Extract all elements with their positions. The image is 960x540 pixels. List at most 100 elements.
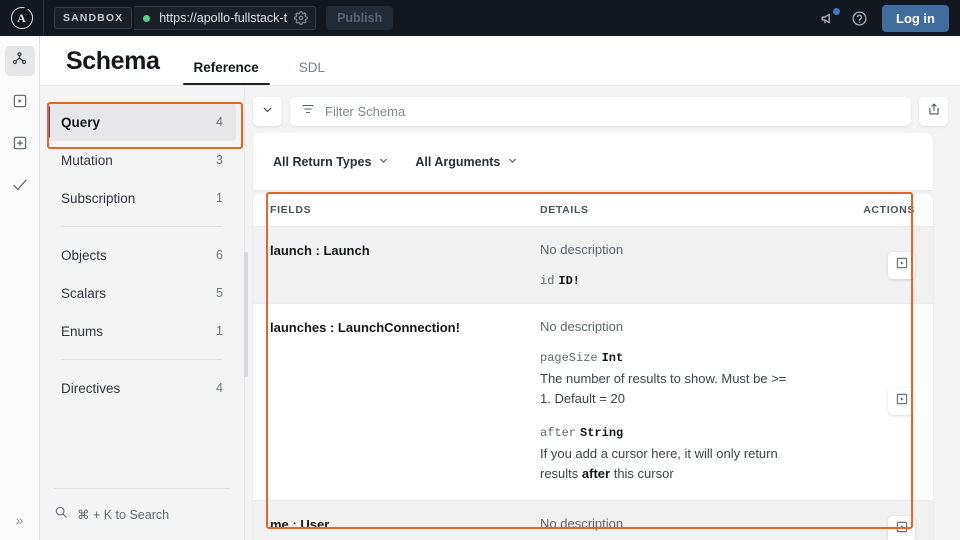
table-row[interactable]: launch : Launch No description id ID!: [253, 227, 933, 304]
apollo-sandbox-app: A SANDBOX https://apollo-fullstack-t Pub…: [0, 0, 960, 540]
field-description: No description: [540, 242, 624, 257]
megaphone-icon[interactable]: [820, 7, 840, 27]
checkmark-icon: [11, 176, 29, 199]
sidebar-item-count: 4: [216, 381, 223, 395]
sidebar-item-label: Subscription: [61, 190, 136, 206]
schema-main-panel: Filter Schema All Return Types All Argum…: [246, 87, 960, 540]
graph-url-pill[interactable]: https://apollo-fullstack-t: [134, 6, 317, 30]
argument-description: If you add a cursor here, it will only r…: [540, 444, 792, 484]
search-icon: [54, 505, 68, 524]
return-types-dropdown[interactable]: All Return Types: [273, 153, 389, 171]
sidebar-item-scalars[interactable]: Scalars 5: [47, 274, 236, 312]
row-actions: [833, 242, 919, 288]
run-in-explorer-icon: [895, 392, 909, 411]
chevron-down-icon: [378, 153, 389, 171]
export-share-icon: [927, 102, 941, 121]
sidebar-item-label: Objects: [61, 247, 107, 263]
arguments-dropdown[interactable]: All Arguments: [415, 153, 518, 171]
publish-button[interactable]: Publish: [326, 6, 394, 30]
argument-type: Int: [601, 351, 624, 365]
help-circle-icon[interactable]: [851, 10, 868, 27]
argument-description-emphasis: after: [581, 466, 611, 482]
sidebar-item-count: 5: [216, 286, 223, 300]
gear-icon[interactable]: [294, 11, 309, 25]
sidebar-item-enums[interactable]: Enums 1: [47, 312, 236, 350]
sidebar-item-count: 3: [216, 153, 223, 167]
chevron-double-right-icon[interactable]: »: [16, 512, 24, 528]
rail-item-add-operation[interactable]: [5, 130, 35, 160]
sidebar-item-query[interactable]: Query 4: [47, 103, 236, 141]
search-hint-label: ⌘ + K to Search: [77, 508, 170, 522]
explorer-play-icon: [12, 93, 28, 114]
schema-sidebar: Query 4 Mutation 3 Subscription 1 Object…: [40, 87, 248, 540]
argument-name: id: [540, 274, 555, 288]
field-details: No description id ID!: [540, 242, 833, 288]
schema-type-list: Query 4 Mutation 3 Subscription 1 Object…: [40, 87, 248, 407]
tab-reference[interactable]: Reference: [182, 60, 271, 85]
field-description: No description: [540, 515, 624, 531]
fields-table: FIELDS DETAILS ACTIONS launch : Launch N…: [253, 194, 933, 540]
schema-tabs: Reference SDL: [182, 60, 362, 85]
sidebar-item-count: 6: [216, 248, 223, 262]
sidebar-item-label: Directives: [61, 380, 121, 396]
page-title: Schema: [66, 47, 160, 75]
chevron-down-icon: [507, 153, 518, 171]
left-nav-rail: »: [0, 36, 40, 540]
column-header-fields: FIELDS: [270, 204, 312, 216]
sidebar-divider: [61, 359, 222, 360]
sidebar-item-mutation[interactable]: Mutation 3: [47, 141, 236, 179]
sidebar-item-subscription[interactable]: Subscription 1: [47, 179, 236, 217]
sidebar-item-label: Mutation: [61, 152, 113, 168]
field-signature: launches : LaunchConnection!: [270, 320, 460, 335]
argument-description-post: this cursor: [610, 466, 674, 482]
argument-name: after: [540, 426, 577, 441]
login-button[interactable]: Log in: [882, 4, 949, 32]
argument-signature: after String: [540, 426, 819, 440]
run-in-explorer-button[interactable]: [888, 251, 915, 279]
apollo-logo[interactable]: A: [0, 0, 44, 36]
table-header-row: FIELDS DETAILS ACTIONS: [253, 194, 933, 227]
top-bar-actions: Log in: [820, 4, 960, 32]
field-details: No description: [540, 516, 833, 540]
connection-status-dot: [143, 14, 151, 22]
sidebar-item-count: 1: [216, 324, 223, 338]
rail-item-checks[interactable]: [5, 172, 35, 202]
rail-item-schema[interactable]: [4, 46, 35, 76]
argument-type: String: [580, 426, 624, 441]
sidebar-item-directives[interactable]: Directives 4: [47, 369, 236, 407]
collapse-sidebar-button[interactable]: [253, 97, 282, 126]
sidebar-item-count: 1: [216, 191, 223, 205]
return-types-label: All Return Types: [273, 154, 372, 169]
table-row[interactable]: me : User No description: [253, 500, 933, 540]
column-header-details: DETAILS: [540, 204, 589, 216]
argument-type: ID!: [558, 274, 581, 288]
schema-graph-icon: [11, 50, 28, 72]
arguments-label: All Arguments: [415, 154, 501, 169]
export-schema-button[interactable]: [919, 97, 948, 126]
argument-name: pageSize: [540, 351, 598, 365]
sidebar-item-objects[interactable]: Objects 6: [47, 236, 236, 274]
run-in-explorer-button[interactable]: [888, 515, 915, 540]
run-in-explorer-icon: [895, 520, 909, 539]
rail-item-explorer[interactable]: [5, 88, 35, 118]
add-document-icon: [12, 135, 28, 156]
filter-schema-placeholder: Filter Schema: [325, 104, 406, 119]
row-actions: [833, 515, 919, 540]
argument-description: The number of results to show. Must be >…: [540, 371, 787, 407]
graph-url-text: https://apollo-fullstack-t: [159, 11, 288, 25]
field-signature: me : User: [270, 516, 330, 532]
field-signature: launch : Launch: [270, 243, 370, 258]
argument-signature: id ID!: [540, 274, 819, 288]
sidebar-divider: [61, 226, 222, 227]
sidebar-item-label: Scalars: [61, 285, 107, 301]
run-in-explorer-button[interactable]: [888, 388, 915, 416]
row-actions: [833, 319, 919, 485]
sidebar-search[interactable]: ⌘ + K to Search: [54, 488, 230, 540]
sidebar-item-label: Query: [61, 114, 101, 130]
tab-sdl[interactable]: SDL: [295, 60, 329, 85]
argument-entry: pageSize Int The number of results to sho…: [540, 351, 819, 409]
argument-entry: after String If you add a cursor here, it…: [540, 426, 819, 484]
field-description: No description: [540, 319, 624, 334]
table-row[interactable]: launches : LaunchConnection! No descript…: [253, 304, 933, 501]
filter-schema-input[interactable]: Filter Schema: [290, 97, 911, 126]
